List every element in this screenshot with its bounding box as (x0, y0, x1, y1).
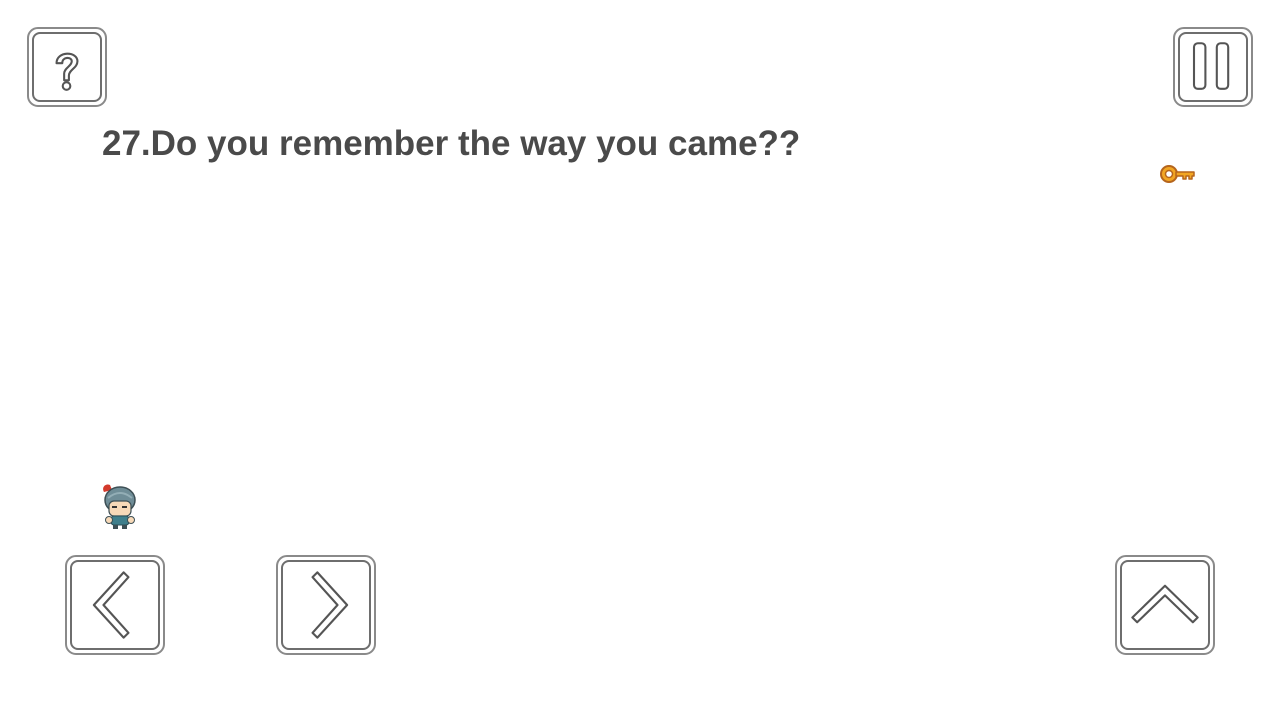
pause-icon (1192, 42, 1230, 90)
move-left-button[interactable] (65, 555, 165, 655)
chevron-up-icon (1131, 584, 1199, 624)
jump-button[interactable] (1115, 555, 1215, 655)
knight-player (103, 484, 136, 529)
chevron-right-icon (311, 571, 349, 639)
move-right-button[interactable] (276, 555, 376, 655)
chevron-left-icon (92, 571, 130, 639)
question-mark-icon (55, 52, 79, 91)
level-title: 27.Do you remember the way you came?? (102, 124, 801, 163)
pause-button[interactable] (1173, 27, 1253, 107)
help-button[interactable] (27, 27, 107, 107)
key-icon[interactable] (1159, 161, 1197, 187)
